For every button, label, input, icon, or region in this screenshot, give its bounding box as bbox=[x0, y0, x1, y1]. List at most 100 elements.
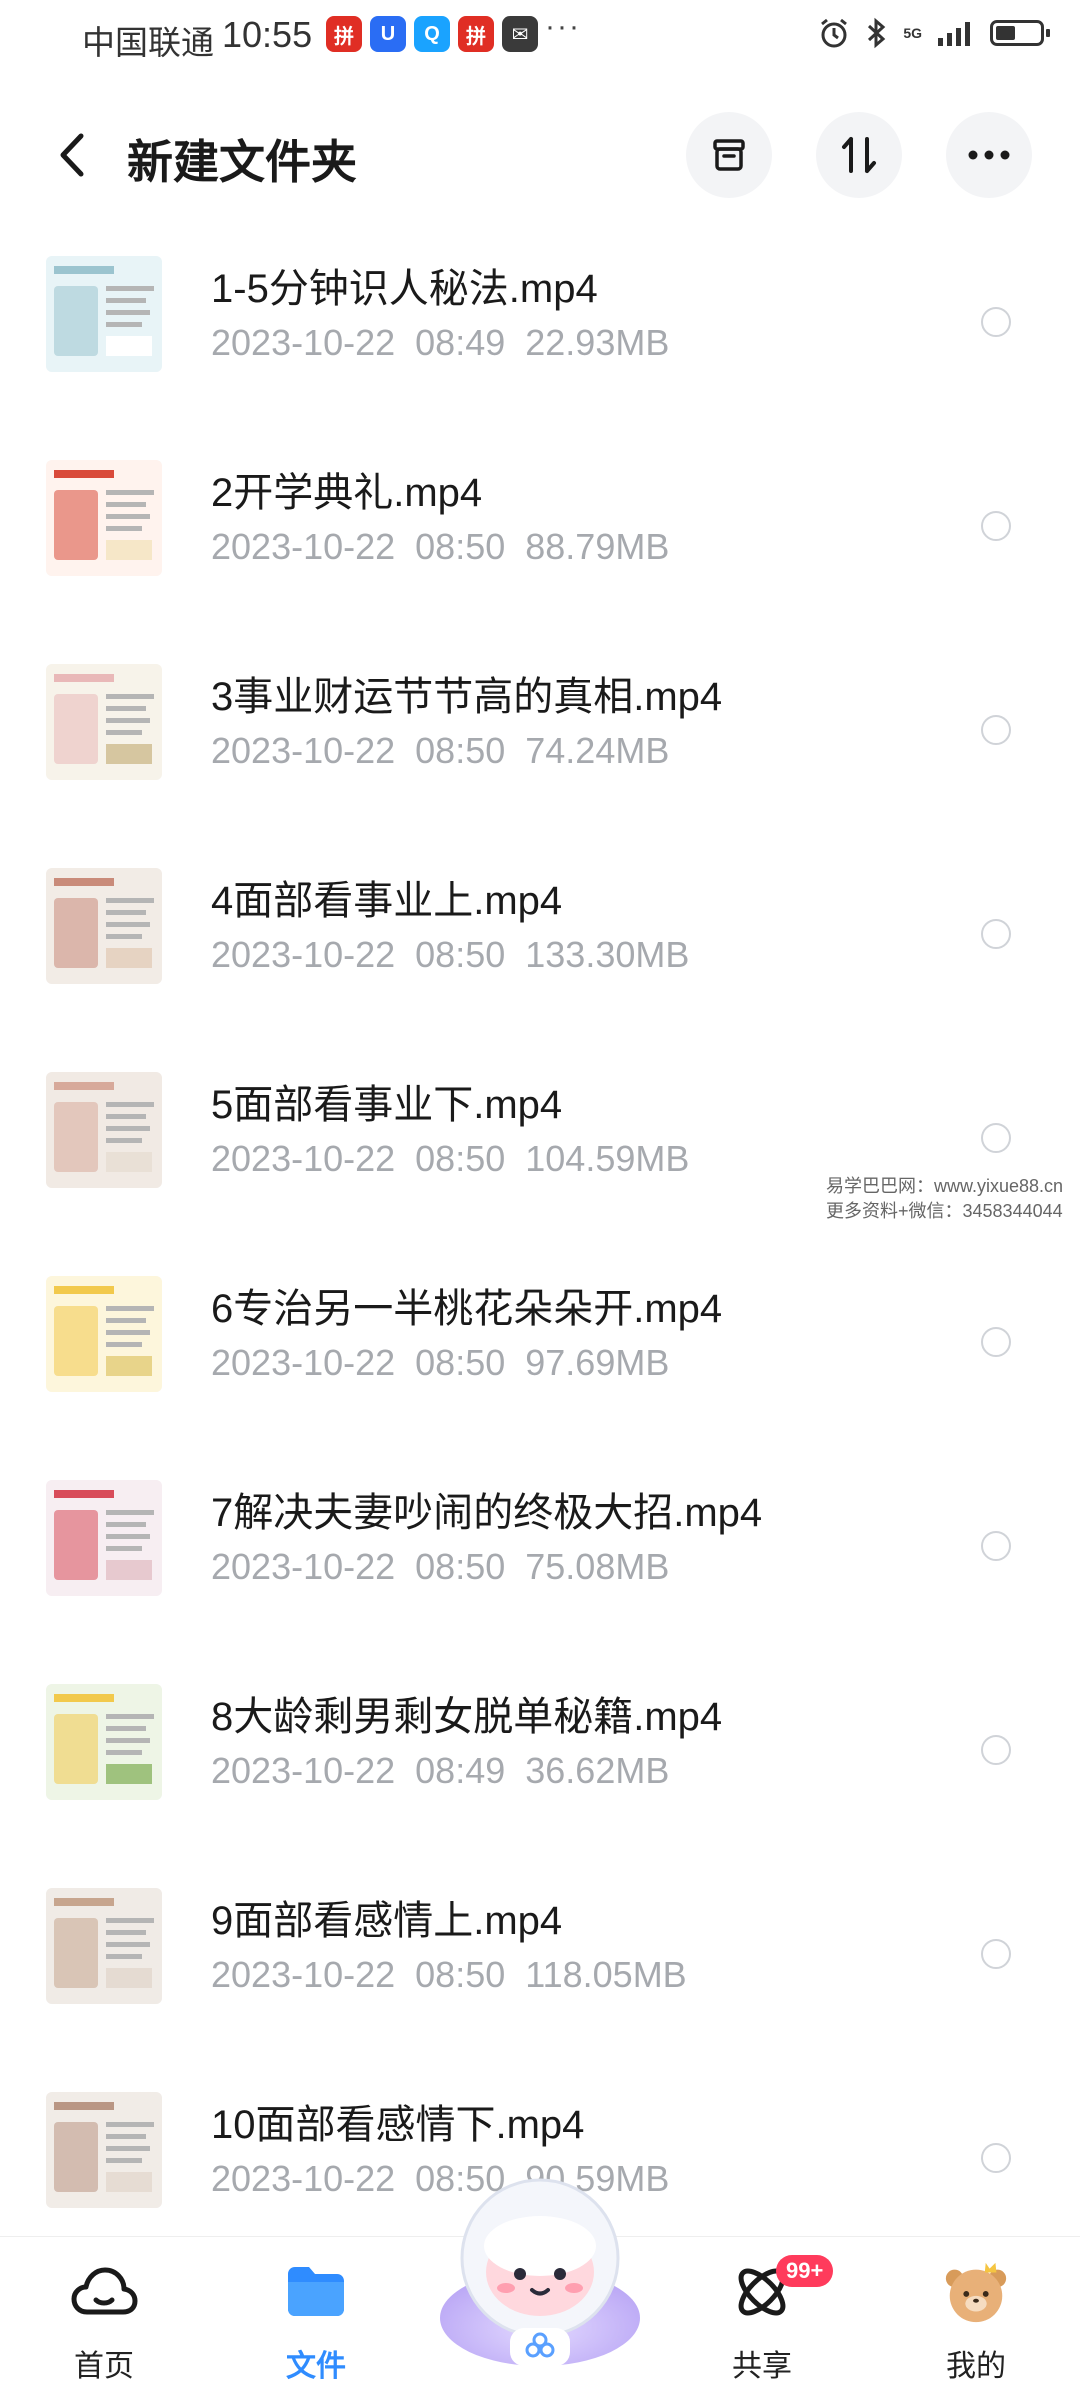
search-app-icon: Q bbox=[414, 16, 450, 52]
file-name: 4面部看事业上.mp4 bbox=[211, 879, 563, 923]
file-row[interactable]: 9面部看感情上.mp4 2023-10-22 08:50 118.05MB bbox=[0, 1844, 1080, 2048]
mascot-assistant-button[interactable] bbox=[428, 2168, 652, 2368]
file-date: 2023-10-22 bbox=[211, 934, 396, 975]
file-name: 5面部看事业下.mp4 bbox=[211, 1083, 563, 1127]
file-size: 36.62MB bbox=[525, 1750, 670, 1791]
watermark-line-1: 易学巴巴网：www.yixue88.cn bbox=[826, 1176, 1064, 1196]
nav-share[interactable]: 99+ 共享 bbox=[682, 2255, 842, 2397]
file-date: 2023-10-22 bbox=[211, 1138, 396, 1179]
file-date: 2023-10-22 bbox=[211, 322, 396, 363]
watermark: 易学巴巴网：www.yixue88.cn 更多资料+微信：3458344044 bbox=[826, 1174, 1063, 1224]
sort-button[interactable] bbox=[816, 112, 902, 198]
file-row[interactable]: 6专治另一半桃花朵朵开.mp4 2023-10-22 08:50 97.69MB bbox=[0, 1232, 1080, 1436]
pinduoduo-icon: 拼 bbox=[326, 16, 362, 52]
file-name: 7解决夫妻吵闹的终极大招.mp4 bbox=[211, 1491, 763, 1535]
file-row[interactable]: 3事业财运节节高的真相.mp4 2023-10-22 08:50 74.24MB bbox=[0, 620, 1080, 824]
mascot-icon bbox=[440, 2178, 640, 2366]
file-meta: 2023-10-22 08:50 75.08MB bbox=[211, 1546, 669, 1588]
file-row[interactable]: 8大龄剩男剩女脱单秘籍.mp4 2023-10-22 08:49 36.62MB bbox=[0, 1640, 1080, 1844]
file-row[interactable]: 7解决夫妻吵闹的终极大招.mp4 2023-10-22 08:50 75.08MB bbox=[0, 1436, 1080, 1640]
bear-avatar-icon bbox=[945, 2262, 1007, 2323]
video-thumbnail bbox=[46, 1684, 162, 1800]
app-dark-icon: ✉ bbox=[502, 16, 538, 52]
page-title: 新建文件夹 bbox=[127, 136, 357, 188]
file-time: 08:50 bbox=[415, 934, 506, 975]
nav-mine-label: 我的 bbox=[946, 2350, 1006, 2383]
file-name: 10面部看感情下.mp4 bbox=[211, 2103, 585, 2147]
video-thumbnail bbox=[46, 256, 162, 372]
file-name: 8大龄剩男剩女脱单秘籍.mp4 bbox=[211, 1695, 723, 1739]
select-checkbox[interactable] bbox=[981, 1735, 1011, 1765]
pinduoduo-icon: 拼 bbox=[458, 16, 494, 52]
select-checkbox[interactable] bbox=[981, 1327, 1011, 1357]
battery-icon bbox=[990, 20, 1050, 46]
nav-home-label: 首页 bbox=[74, 2350, 134, 2383]
carrier-label: 中国联通 bbox=[82, 24, 214, 61]
network-type: 5G bbox=[903, 25, 922, 41]
file-size: 118.05MB bbox=[525, 1954, 687, 1995]
file-meta: 2023-10-22 08:49 36.62MB bbox=[211, 1750, 669, 1792]
file-row[interactable]: 2开学典礼.mp4 2023-10-22 08:50 88.79MB bbox=[0, 416, 1080, 620]
file-name: 1-5分钟识人秘法.mp4 bbox=[211, 267, 598, 311]
video-thumbnail bbox=[46, 1888, 162, 2004]
select-checkbox[interactable] bbox=[981, 2143, 1011, 2173]
archive-button[interactable] bbox=[686, 112, 772, 198]
file-list: 1-5分钟识人秘法.mp4 2023-10-22 08:49 22.93MB 2开学典礼… bbox=[0, 212, 1080, 2252]
file-size: 133.30MB bbox=[525, 934, 690, 975]
file-date: 2023-10-22 bbox=[211, 2158, 396, 2199]
folder-icon bbox=[288, 2267, 344, 2316]
sort-icon bbox=[842, 137, 876, 173]
select-checkbox[interactable] bbox=[981, 307, 1011, 337]
file-size: 88.79MB bbox=[525, 526, 670, 567]
file-meta: 2023-10-22 08:50 97.69MB bbox=[211, 1342, 669, 1384]
file-meta: 2023-10-22 08:50 133.30MB bbox=[211, 934, 689, 976]
watermark-line-2: 更多资料+微信：3458344044 bbox=[826, 1201, 1063, 1221]
file-time: 08:50 bbox=[415, 526, 506, 567]
video-thumbnail bbox=[46, 1276, 162, 1392]
file-date: 2023-10-22 bbox=[211, 526, 396, 567]
select-checkbox[interactable] bbox=[981, 1939, 1011, 1969]
nav-files[interactable]: 文件 bbox=[236, 2257, 396, 2397]
nav-files-label: 文件 bbox=[286, 2350, 346, 2383]
nav-mine[interactable]: 我的 bbox=[896, 2257, 1056, 2397]
file-name: 6专治另一半桃花朵朵开.mp4 bbox=[211, 1287, 723, 1331]
file-time: 08:49 bbox=[415, 1750, 506, 1791]
header-bar: 新建文件夹 bbox=[0, 100, 1080, 210]
file-name: 3事业财运节节高的真相.mp4 bbox=[211, 675, 723, 719]
file-meta: 2023-10-22 08:49 22.93MB bbox=[211, 322, 669, 364]
file-time: 08:50 bbox=[415, 1138, 506, 1179]
select-checkbox[interactable] bbox=[981, 511, 1011, 541]
file-time: 08:50 bbox=[415, 1342, 506, 1383]
file-row[interactable]: 1-5分钟识人秘法.mp4 2023-10-22 08:49 22.93MB bbox=[0, 212, 1080, 416]
share-badge: 99+ bbox=[776, 2255, 834, 2287]
status-bar: 中国联通 10:55 拼 U Q 拼 ✉ ··· 5G bbox=[0, 0, 1080, 72]
file-time: 08:50 bbox=[415, 730, 506, 771]
back-button[interactable] bbox=[44, 122, 100, 188]
file-date: 2023-10-22 bbox=[211, 1954, 396, 1995]
file-date: 2023-10-22 bbox=[211, 1546, 396, 1587]
file-row[interactable]: 4面部看事业上.mp4 2023-10-22 08:50 133.30MB bbox=[0, 824, 1080, 1028]
video-thumbnail bbox=[46, 1072, 162, 1188]
file-size: 75.08MB bbox=[525, 1546, 670, 1587]
nav-share-label: 共享 bbox=[732, 2350, 792, 2383]
file-size: 22.93MB bbox=[525, 322, 670, 363]
file-meta: 2023-10-22 08:50 118.05MB bbox=[211, 1954, 687, 1996]
file-size: 74.24MB bbox=[525, 730, 670, 771]
select-checkbox[interactable] bbox=[981, 1531, 1011, 1561]
select-checkbox[interactable] bbox=[981, 919, 1011, 949]
video-thumbnail bbox=[46, 664, 162, 780]
file-time: 08:49 bbox=[415, 322, 506, 363]
nav-home[interactable]: 首页 bbox=[24, 2257, 184, 2397]
file-date: 2023-10-22 bbox=[211, 1750, 396, 1791]
select-checkbox[interactable] bbox=[981, 1123, 1011, 1153]
more-horizontal-icon bbox=[968, 150, 1010, 160]
file-size: 97.69MB bbox=[525, 1342, 670, 1383]
alarm-icon bbox=[821, 18, 848, 48]
select-checkbox[interactable] bbox=[981, 715, 1011, 745]
video-thumbnail bbox=[46, 460, 162, 576]
video-thumbnail bbox=[46, 2092, 162, 2208]
more-options-button[interactable] bbox=[946, 112, 1032, 198]
chevron-left-icon bbox=[60, 133, 84, 177]
file-meta: 2023-10-22 08:50 74.24MB bbox=[211, 730, 669, 772]
more-notifications-icon: ··· bbox=[545, 10, 581, 43]
